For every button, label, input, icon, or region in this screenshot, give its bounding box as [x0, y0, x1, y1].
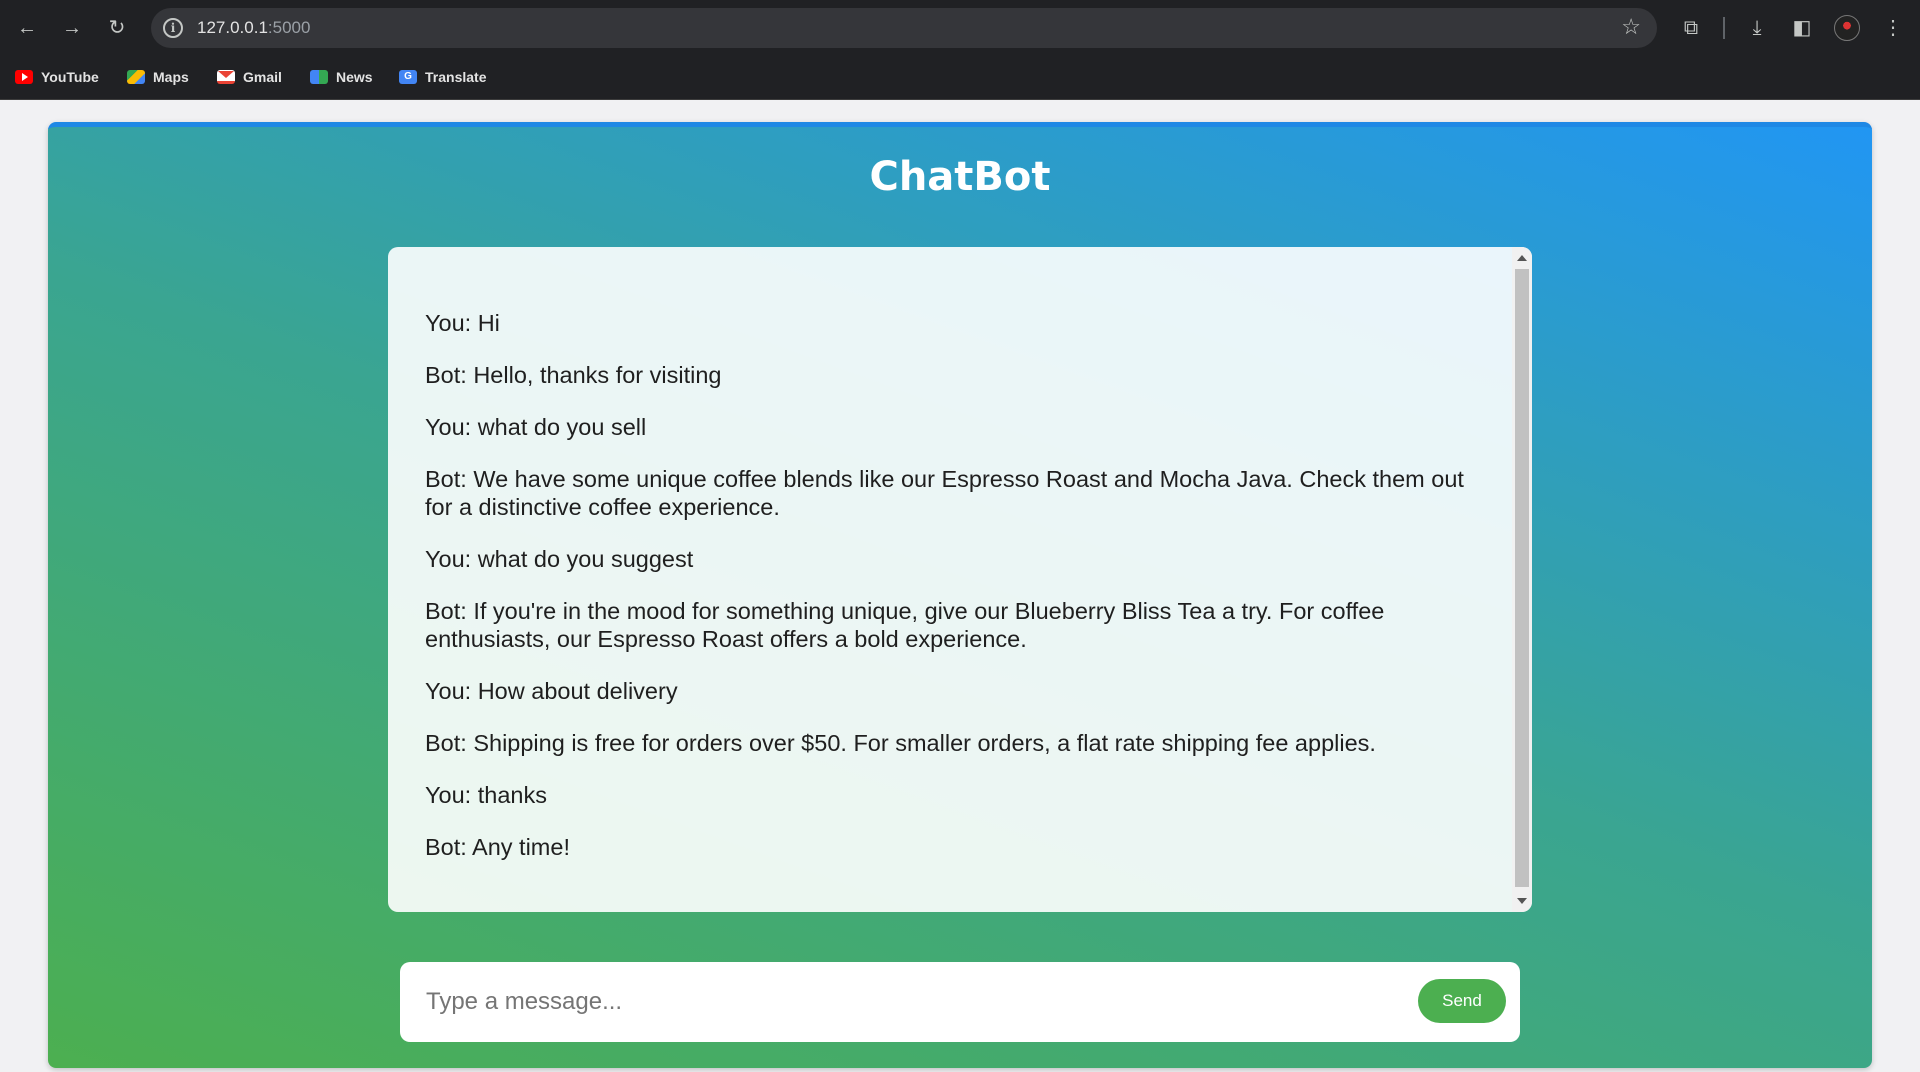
- bookmark-label: YouTube: [41, 69, 99, 85]
- message-input[interactable]: [400, 962, 1390, 1042]
- page-viewport: ChatBot You: Hi Bot: Hello, thanks for v…: [0, 100, 1920, 1072]
- bot-message: Bot: If you're in the mood for something…: [425, 598, 1391, 652]
- url-host: 127.0.0.1: [197, 18, 268, 37]
- forward-icon[interactable]: →: [57, 13, 87, 43]
- menu-icon[interactable]: ⋮: [1878, 13, 1908, 43]
- bookmark-label: Translate: [425, 69, 487, 85]
- news-icon: [310, 70, 328, 84]
- extensions-icon[interactable]: ⧉: [1676, 13, 1706, 43]
- bookmark-gmail[interactable]: Gmail: [217, 66, 282, 88]
- bookmark-label: Gmail: [243, 69, 282, 85]
- user-message: You: Hi: [425, 310, 500, 336]
- bookmark-label: News: [336, 69, 373, 85]
- bot-message: Bot: We have some unique coffee blends l…: [425, 466, 1471, 520]
- toolbar-divider: [1723, 17, 1725, 39]
- chat-log[interactable]: You: Hi Bot: Hello, thanks for visiting …: [388, 247, 1532, 912]
- chatbot-container: ChatBot You: Hi Bot: Hello, thanks for v…: [48, 122, 1872, 1068]
- bookmark-maps[interactable]: Maps: [127, 66, 189, 88]
- send-button[interactable]: Send: [1418, 979, 1506, 1023]
- page-title: ChatBot: [869, 154, 1051, 200]
- bookmark-news[interactable]: News: [310, 66, 373, 88]
- profile-avatar[interactable]: [1834, 15, 1860, 41]
- translate-icon: G: [399, 70, 417, 84]
- bot-message: Bot: Any time!: [425, 834, 570, 860]
- browser-toolbar: ← → ↻ i 127.0.0.1:5000 ☆ ⧉ ⤓ ◧ ⋮: [0, 0, 1920, 55]
- scroll-up-arrow-icon[interactable]: [1517, 255, 1527, 261]
- gmail-icon: [217, 70, 235, 84]
- user-message: You: How about delivery: [425, 678, 678, 704]
- scrollbar-thumb[interactable]: [1515, 269, 1529, 887]
- message-composer: Send: [400, 962, 1520, 1042]
- chat-scrollbar[interactable]: [1512, 247, 1532, 912]
- bookmark-translate[interactable]: G Translate: [399, 66, 486, 88]
- bookmarks-bar: YouTube Maps Gmail News G Translate: [0, 55, 1920, 100]
- user-message: You: what do you sell: [425, 414, 647, 440]
- download-icon[interactable]: ⤓: [1742, 13, 1772, 43]
- url-port: :5000: [267, 18, 311, 37]
- reload-icon[interactable]: ↻: [102, 13, 132, 43]
- bot-message: Bot: Hello, thanks for visiting: [425, 362, 722, 388]
- address-bar[interactable]: i 127.0.0.1:5000 ☆: [151, 8, 1657, 48]
- scroll-down-arrow-icon[interactable]: [1517, 898, 1527, 904]
- url-text[interactable]: 127.0.0.1:5000: [197, 18, 310, 38]
- bookmark-label: Maps: [153, 69, 189, 85]
- user-message: You: what do you suggest: [425, 546, 694, 572]
- side-panel-icon[interactable]: ◧: [1787, 13, 1817, 43]
- maps-icon: [127, 70, 145, 84]
- site-info-icon[interactable]: i: [163, 18, 183, 38]
- bot-message: Bot: Shipping is free for orders over $5…: [425, 730, 1376, 756]
- bookmark-star-icon[interactable]: ☆: [1621, 14, 1641, 40]
- back-icon[interactable]: ←: [12, 13, 42, 43]
- user-message: You: thanks: [425, 782, 547, 808]
- bookmark-youtube[interactable]: YouTube: [15, 66, 99, 88]
- youtube-icon: [15, 70, 33, 84]
- message-list: You: Hi Bot: Hello, thanks for visiting …: [425, 309, 1465, 885]
